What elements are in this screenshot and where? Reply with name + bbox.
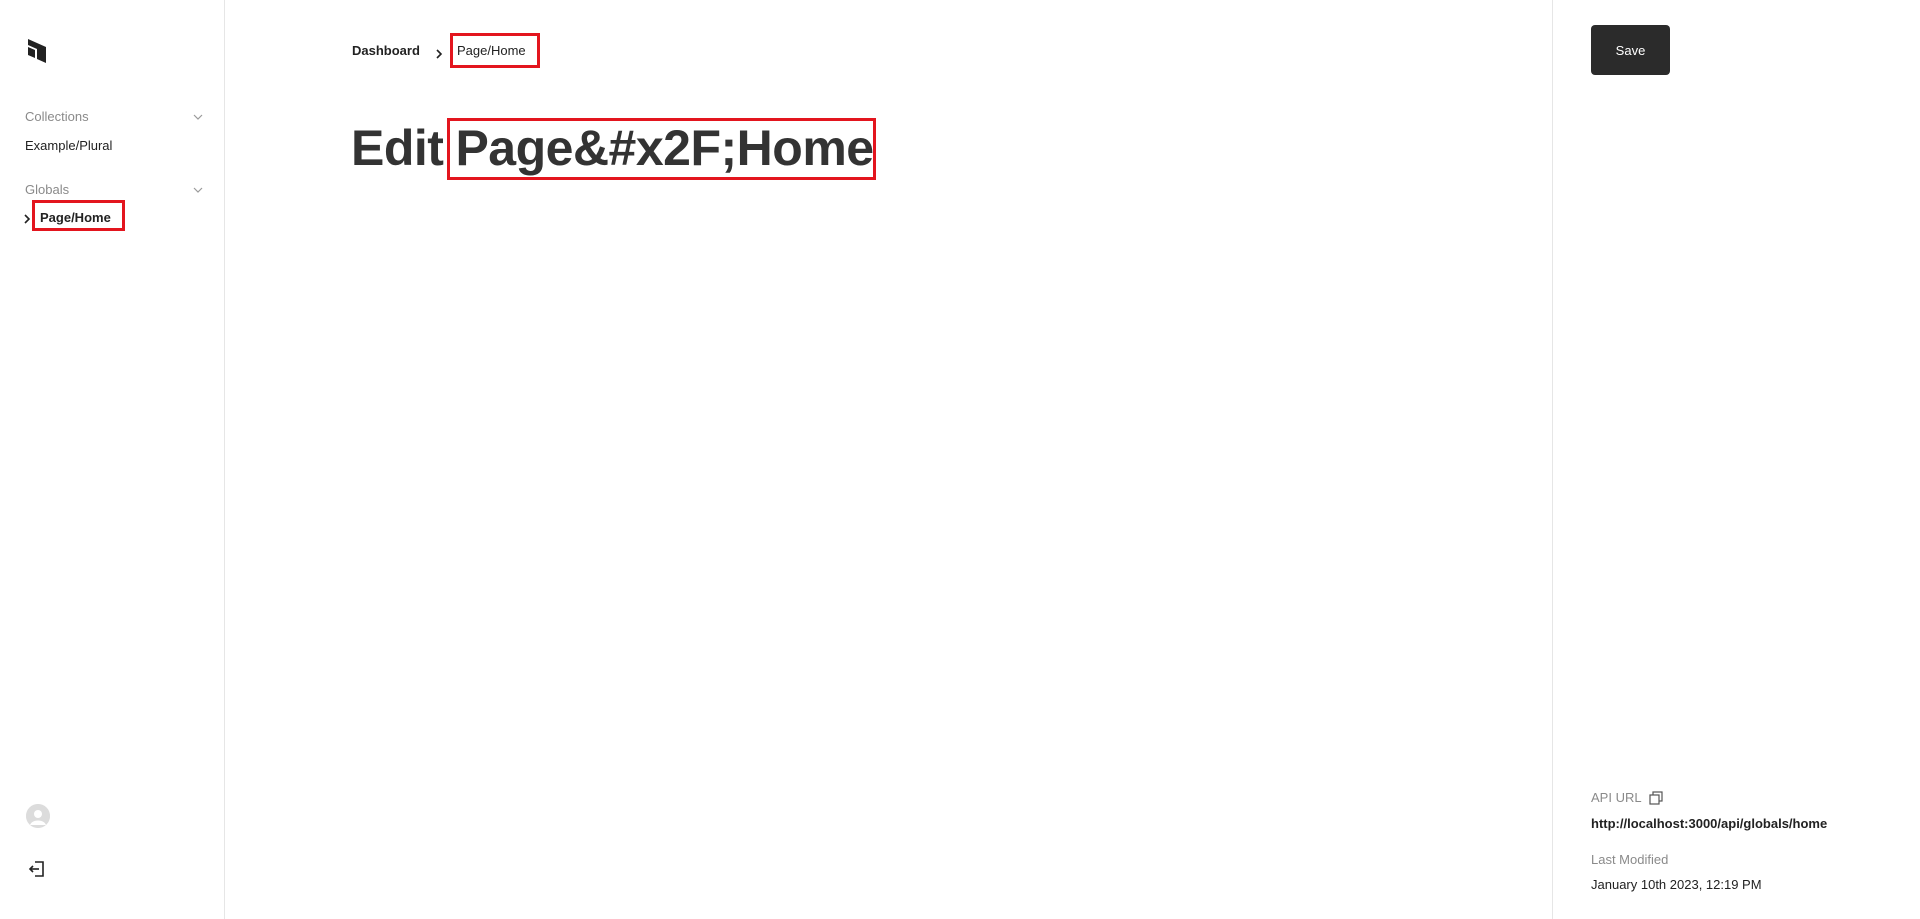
sidebar-item-example-plural[interactable]: Example/Plural <box>25 138 112 153</box>
nav-group-globals-title[interactable]: Globals <box>25 182 69 197</box>
chevron-down-icon[interactable] <box>192 183 204 195</box>
user-avatar-icon[interactable] <box>26 804 50 828</box>
main-content: Dashboard Page/Home Edit Page&#x2F;Home <box>226 0 1552 919</box>
highlight-box <box>447 118 876 180</box>
chevron-down-icon[interactable] <box>192 110 204 122</box>
copy-icon[interactable] <box>1649 791 1663 805</box>
logout-icon[interactable] <box>27 859 47 879</box>
payload-logo-icon[interactable] <box>25 38 49 64</box>
last-modified-label: Last Modified <box>1591 852 1669 867</box>
highlight-box <box>32 200 125 231</box>
nav-group-collections-title[interactable]: Collections <box>25 109 89 124</box>
last-modified-value: January 10th 2023, 12:19 PM <box>1591 877 1762 892</box>
active-arrow-icon <box>22 211 32 224</box>
document-meta-panel: Save API URL http://localhost:3000/api/g… <box>1552 0 1920 919</box>
highlight-box <box>450 33 540 68</box>
sidebar: Collections Example/Plural Globals Page/… <box>0 0 225 919</box>
page-title-prefix: Edit <box>351 120 444 176</box>
breadcrumb-dashboard-link[interactable]: Dashboard <box>352 43 420 58</box>
chevron-right-icon <box>434 46 444 59</box>
api-url-label: API URL <box>1591 790 1642 805</box>
save-button[interactable]: Save <box>1591 25 1670 75</box>
api-url-link[interactable]: http://localhost:3000/api/globals/home <box>1591 816 1827 831</box>
